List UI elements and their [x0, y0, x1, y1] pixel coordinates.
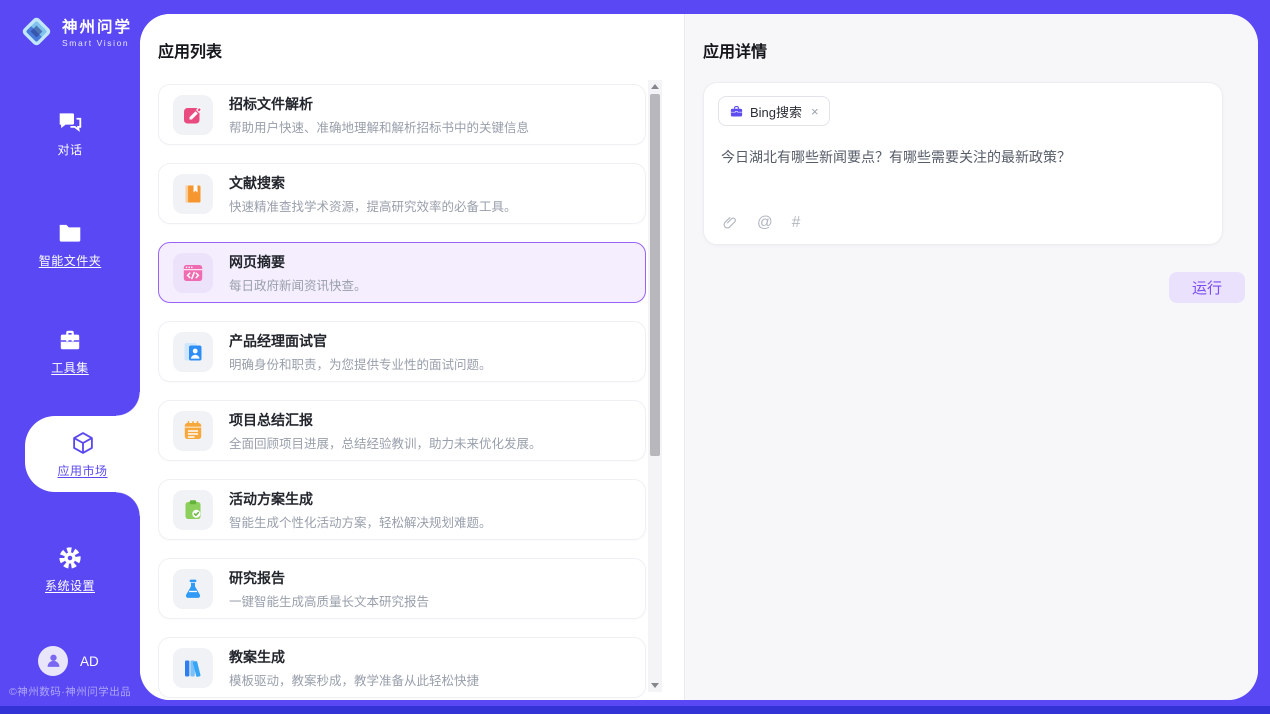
app-description: 明确身份和职责，为您提供专业性的面试问题。 — [229, 354, 492, 373]
sidebar: 神州问学 Smart Vision 对话 智能文件夹 工具集 应用市场 — [0, 0, 140, 706]
user-label: AD — [80, 654, 99, 669]
app-description: 每日政府新闻资讯快查。 — [229, 275, 367, 294]
avatar — [38, 646, 68, 676]
chat-icon — [57, 108, 83, 135]
scroll-up-icon — [651, 84, 659, 89]
app-list-pane: 应用列表 招标文件解析 帮助用户快速、准确地理解和解析招标书中的关键信息 文献搜… — [140, 14, 684, 700]
folder-icon — [57, 219, 83, 246]
flask-icon — [173, 569, 213, 609]
app-card[interactable]: 招标文件解析 帮助用户快速、准确地理解和解析招标书中的关键信息 — [158, 84, 646, 145]
sidebar-item-label: 工具集 — [51, 359, 89, 376]
sidebar-nav: 对话 智能文件夹 工具集 应用市场 系统设置 — [0, 0, 140, 706]
sidebar-item-label: 智能文件夹 — [39, 252, 102, 269]
sidebar-item-label: 系统设置 — [45, 577, 95, 594]
summary-icon — [173, 411, 213, 451]
app-card[interactable]: 教案生成 模板驱动，教案秒成，教学准备从此轻松快捷 — [158, 637, 646, 698]
sidebar-item[interactable]: 应用市场 — [25, 416, 140, 492]
briefcase-icon — [729, 104, 744, 119]
clipboard-icon — [173, 490, 213, 530]
app-detail-pane: 应用详情 Bing搜索 × 今日湖北有哪些新闻要点？有哪些需要关注的最新政策？ … — [684, 14, 1258, 700]
at-icon[interactable]: @ — [755, 212, 775, 233]
cube-icon — [70, 429, 96, 456]
app-description: 模板驱动，教案秒成，教学准备从此轻松快捷 — [229, 670, 479, 689]
tool-tag-label: Bing搜索 — [750, 102, 802, 121]
app-description: 全面回顾项目进展，总结经验教训，助力未来优化发展。 — [229, 433, 542, 452]
app-description: 智能生成个性化活动方案，轻松解决规划难题。 — [229, 512, 492, 531]
scroll-up-button[interactable] — [648, 80, 662, 93]
prompt-card[interactable]: Bing搜索 × 今日湖北有哪些新闻要点？有哪些需要关注的最新政策？ @ # — [703, 82, 1223, 245]
app-title: 文献搜索 — [229, 173, 517, 193]
user-icon — [44, 648, 63, 675]
bottom-bar — [0, 706, 1270, 714]
close-icon[interactable]: × — [811, 104, 819, 119]
app-title: 研究报告 — [229, 568, 429, 588]
user-row[interactable]: AD — [38, 646, 99, 676]
sidebar-item[interactable]: 智能文件夹 — [0, 212, 140, 276]
scroll-down-icon — [651, 683, 659, 688]
sidebar-item-label: 对话 — [57, 141, 82, 158]
copyright-text: ©神州数码·神州问学出品 — [9, 684, 131, 699]
main-panel: 应用列表 招标文件解析 帮助用户快速、准确地理解和解析招标书中的关键信息 文献搜… — [140, 14, 1258, 700]
hash-icon[interactable]: # — [790, 212, 803, 233]
app-description: 快速精准查找学术资源，提高研究效率的必备工具。 — [229, 196, 517, 215]
app-title: 教案生成 — [229, 647, 479, 667]
compose-icon — [173, 95, 213, 135]
scroll-down-button[interactable] — [648, 679, 662, 692]
app-card[interactable]: 网页摘要 每日政府新闻资讯快查。 — [158, 242, 646, 303]
app-card[interactable]: 研究报告 一键智能生成高质量长文本研究报告 — [158, 558, 646, 619]
sidebar-item[interactable]: 工具集 — [0, 320, 140, 382]
app-card[interactable]: 项目总结汇报 全面回顾项目进展，总结经验教训，助力未来优化发展。 — [158, 400, 646, 461]
interviewer-icon — [173, 332, 213, 372]
app-list-title: 应用列表 — [158, 38, 222, 62]
gear-icon — [57, 544, 83, 571]
app-title: 网页摘要 — [229, 252, 367, 272]
scrollbar-thumb[interactable] — [650, 94, 660, 456]
scrollbar[interactable] — [648, 80, 662, 692]
app-title: 项目总结汇报 — [229, 410, 542, 430]
app-detail-title: 应用详情 — [703, 38, 767, 62]
app-title: 活动方案生成 — [229, 489, 492, 509]
sidebar-item[interactable]: 系统设置 — [0, 538, 140, 600]
sidebar-item[interactable]: 对话 — [0, 102, 140, 164]
app-list: 招标文件解析 帮助用户快速、准确地理解和解析招标书中的关键信息 文献搜索 快速精… — [158, 84, 646, 700]
app-title: 招标文件解析 — [229, 94, 529, 114]
app-card[interactable]: 活动方案生成 智能生成个性化活动方案，轻松解决规划难题。 — [158, 479, 646, 540]
prompt-input[interactable]: 今日湖北有哪些新闻要点？有哪些需要关注的最新政策？ — [721, 147, 1205, 167]
app-description: 帮助用户快速、准确地理解和解析招标书中的关键信息 — [229, 117, 529, 136]
webpage-icon — [173, 253, 213, 293]
app-title: 产品经理面试官 — [229, 331, 492, 351]
run-button[interactable]: 运行 — [1169, 272, 1245, 303]
app-description: 一键智能生成高质量长文本研究报告 — [229, 591, 429, 610]
book-icon — [173, 174, 213, 214]
app-card[interactable]: 文献搜索 快速精准查找学术资源，提高研究效率的必备工具。 — [158, 163, 646, 224]
toolbox-icon — [57, 326, 83, 353]
paperclip-icon[interactable] — [719, 212, 740, 233]
prompt-actions: @ # — [719, 212, 802, 233]
app-card[interactable]: 产品经理面试官 明确身份和职责，为您提供专业性的面试问题。 — [158, 321, 646, 382]
tool-tag[interactable]: Bing搜索 × — [718, 96, 830, 126]
books-icon — [173, 648, 213, 688]
sidebar-item-label: 应用市场 — [57, 462, 107, 479]
